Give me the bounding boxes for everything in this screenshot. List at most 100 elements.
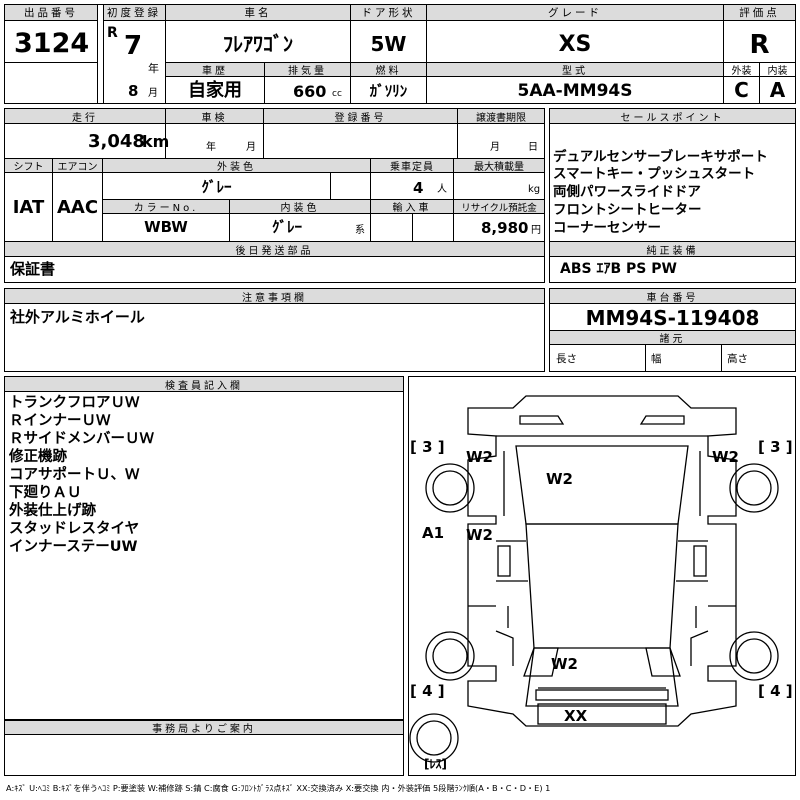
caution-label: 注意事項欄 [5, 289, 544, 304]
mark-rear-bumper: XX [564, 707, 588, 725]
fuel-label: 燃料 [351, 63, 426, 77]
inspection-month: 月 [246, 142, 256, 153]
recycle-label: リサイクル預託金 [454, 200, 544, 214]
office-label: 事務局よりご案内 [5, 721, 403, 735]
recycle-fee: 8,980 [481, 219, 529, 237]
exterior-grade: C [734, 78, 749, 102]
sales-point-4: フロントシートヒーター [553, 202, 702, 218]
score: R [749, 30, 770, 60]
sales-point-1: デュアルセンサーブレーキサポート [553, 149, 768, 165]
capacity: 4 [413, 179, 424, 197]
aircon: AAC [56, 197, 99, 218]
inspector-line-1: トランクフロアＵＷ [9, 395, 140, 411]
windshield [515, 445, 689, 525]
inspector-line-3: ＲサイドメンバーＵＷ [9, 431, 154, 447]
legend: A:ｷｽﾞ U:ﾍｺﾐ B:ｷｽﾞを伴うﾍｺﾐ P:要塗装 W:補修跡 S:錆 … [6, 783, 551, 793]
color-number-label: カラーNo. [103, 200, 229, 214]
exterior-color: ｸﾞﾚｰ [201, 178, 232, 196]
mark-right-fender: W2 [712, 448, 739, 466]
inspector-line-9: インナーステーUW [9, 539, 138, 555]
month-unit: 月 [148, 88, 158, 99]
first-registration-label: 初度登録 [103, 5, 165, 21]
mileage: 3,048 [88, 131, 145, 152]
caution-note: 社外アルミホイール [10, 308, 145, 326]
mark-left-panel: A1 [422, 524, 445, 542]
sales-point-label: セールスポイント [550, 109, 795, 124]
transfer-label: 譲渡書期限 [458, 109, 544, 124]
interior-color-unit: 系 [355, 225, 365, 236]
shift-label: シフト [5, 159, 52, 173]
cc-label: 排気量 [265, 63, 350, 77]
sales-point-5: コーナーセンサー [553, 220, 661, 236]
history-label: 車歴 [166, 63, 264, 77]
door-label: ドア形状 [351, 5, 426, 21]
lot-number: 3124 [14, 28, 90, 59]
inspector-line-5: コアサポートＵ、Ｗ [9, 467, 140, 483]
transfer-month: 月 [490, 142, 500, 153]
era: R [107, 25, 118, 41]
spare-tire-label: [ﾚｽ] [424, 757, 447, 771]
grade-label: グレード [427, 5, 723, 21]
rear-right-tire-tread: [ 4 ] [758, 682, 793, 700]
later-parts: 保証書 [10, 260, 56, 278]
model-code: 5AA-MM94S [517, 81, 633, 101]
score-label: 評価点 [724, 5, 795, 21]
car-name: ﾌﾚｱﾜｺﾞﾝ [223, 32, 293, 56]
inspector-line-8: スタッドレスタイヤ [9, 521, 140, 537]
chassis-label: 車台番号 [550, 289, 795, 304]
inspector-line-4: 修正機跡 [9, 449, 67, 465]
spec-label: 諸元 [550, 331, 795, 345]
interior-label: 内装 [760, 63, 795, 77]
displacement: 660 [293, 82, 327, 101]
sales-point-2: スマートキー・プッシュスタート [553, 166, 756, 182]
color-number: WBW [144, 218, 188, 236]
import-label: 輸入車 [371, 200, 453, 214]
shift: IAT [12, 197, 45, 218]
first-reg-month: 8 [128, 82, 139, 100]
rear-left-tire-tread: [ 4 ] [410, 682, 445, 700]
load-unit: kg [528, 184, 541, 195]
car-name-label: 車名 [166, 5, 350, 21]
front-left-tire-tread: [ 3 ] [410, 438, 445, 456]
chassis-number: MM94S-119408 [585, 306, 760, 330]
first-reg-year: 7 [124, 31, 143, 61]
sales-point-3: 両側パワースライドドア [553, 184, 701, 200]
inspector-label: 検査員記入欄 [5, 377, 403, 392]
cc-unit: cc [332, 89, 342, 99]
exterior-label: 外装 [724, 63, 759, 77]
mark-left-door: W2 [466, 526, 493, 544]
length-label: 長さ [556, 353, 577, 365]
inspection-label: 車検 [166, 109, 263, 124]
color-label: 外装色 [103, 159, 370, 173]
interior-grade: A [769, 78, 786, 102]
mileage-unit: km [142, 132, 170, 151]
capacity-label: 乗車定員 [371, 159, 453, 173]
lot-number-label: 出品番号 [5, 5, 97, 21]
registration-label: 登録番号 [264, 109, 457, 124]
inspector-line-7: 外装仕上げ跡 [9, 503, 96, 519]
aircon-label: エアコン [53, 159, 102, 173]
capacity-unit: 人 [437, 184, 447, 195]
later-parts-label: 後日発送部品 [5, 242, 544, 257]
interior-color-label: 内装色 [230, 200, 370, 214]
equipment: ABS ｴｱB PS PW [560, 261, 677, 277]
width-label: 幅 [651, 353, 662, 365]
mileage-label: 走行 [5, 109, 165, 124]
grade: XS [558, 32, 592, 57]
equipment-label: 純正装備 [550, 242, 795, 257]
inspector-line-2: ＲインナーＵＷ [9, 413, 111, 429]
roof [525, 523, 679, 649]
mark-trunk: W2 [551, 655, 578, 673]
car-diagram [409, 395, 779, 763]
recycle-unit: 円 [531, 225, 541, 236]
model-label: 型式 [427, 63, 723, 77]
inspector-line-6: 下廻りＡＵ [9, 485, 82, 501]
mark-left-fender: W2 [466, 448, 493, 466]
max-load-label: 最大積載量 [454, 159, 544, 173]
front-right-tire-tread: [ 3 ] [758, 438, 793, 456]
history: 自家用 [188, 80, 242, 101]
mark-hood: W2 [546, 470, 573, 488]
fuel: ｶﾞｿﾘﾝ [369, 82, 408, 100]
transfer-day: 日 [528, 142, 538, 153]
interior-color: ｸﾞﾚｰ [272, 218, 303, 236]
